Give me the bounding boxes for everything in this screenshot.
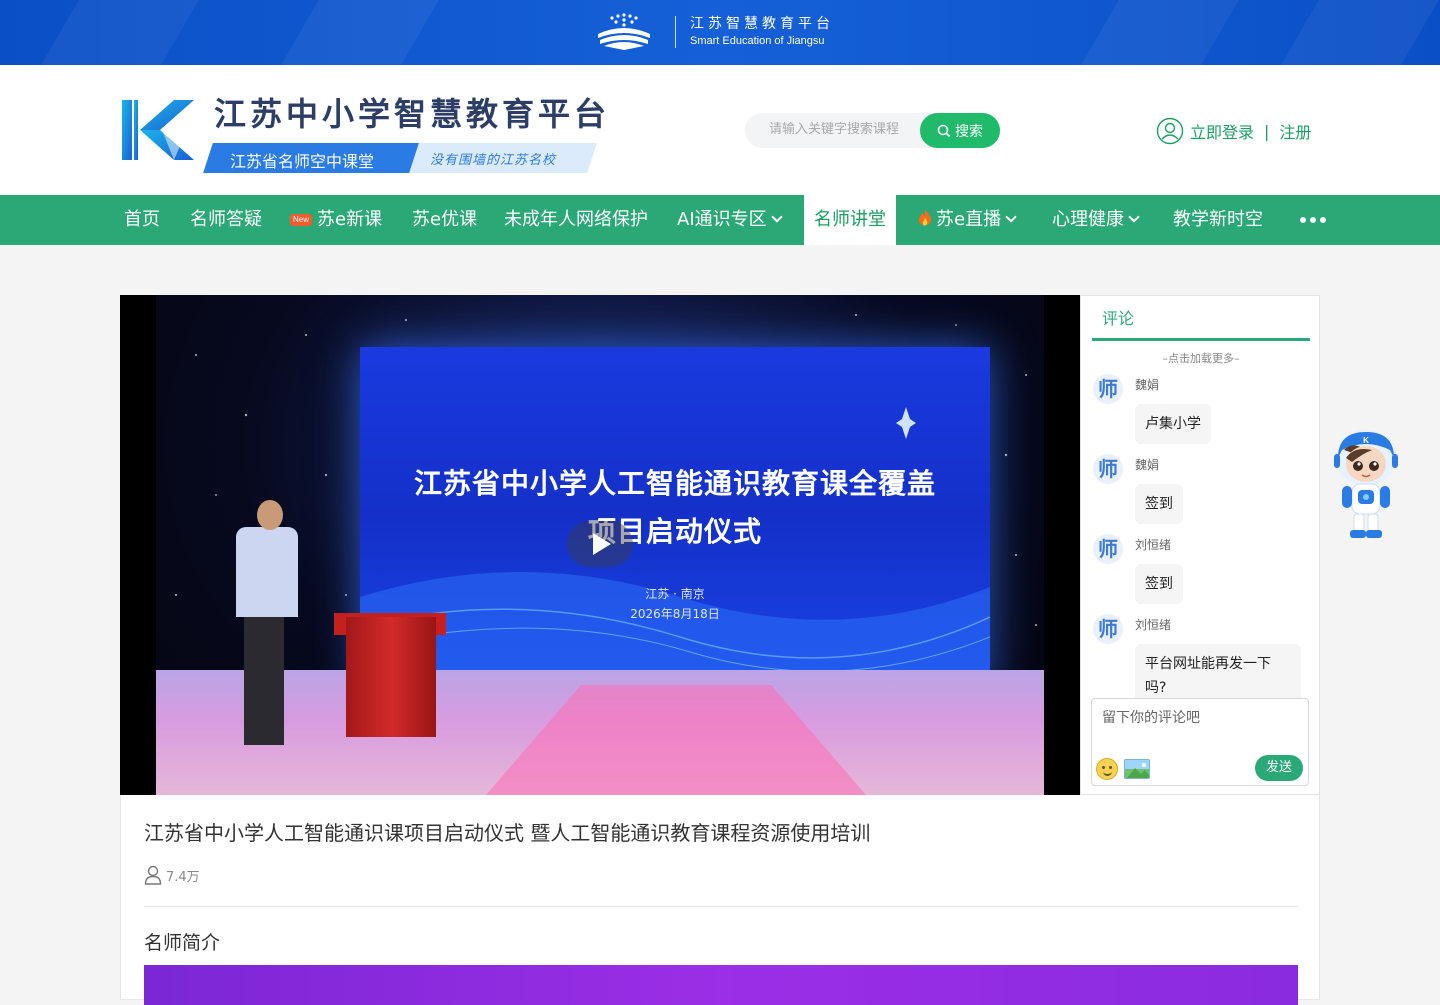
stage-screen: 江苏省中小学人工智能通识教育课全覆盖 项目启动仪式 江苏 · 南京 2026年8… bbox=[360, 347, 990, 687]
speaker-legs bbox=[244, 615, 284, 745]
search-input[interactable] bbox=[769, 122, 919, 137]
avatar: 师 bbox=[1093, 374, 1123, 404]
comment-input-box: 发送 bbox=[1091, 698, 1309, 786]
play-button[interactable] bbox=[567, 521, 633, 567]
screen-title-line2: 项目启动仪式 bbox=[587, 515, 762, 548]
video-title: 江苏省中小学人工智能通识课项目启动仪式 暨人工智能通识教育课程资源使用培训 bbox=[144, 821, 871, 845]
k-logo-icon[interactable] bbox=[120, 98, 196, 162]
nav-item-teacher-qa[interactable]: 名师答疑 bbox=[190, 195, 262, 245]
nav-item-sue-live[interactable]: 苏e直播 bbox=[916, 195, 1017, 245]
register-link[interactable]: 注册 bbox=[1279, 119, 1311, 143]
load-more-link[interactable]: –点击加载更多– bbox=[1081, 350, 1321, 366]
nav-label: AI通识专区 bbox=[677, 209, 767, 230]
nav-label: 名师讲堂 bbox=[814, 209, 886, 230]
comment-item: 师 刘恒绪 平台网址能再发一下吗? bbox=[1093, 614, 1313, 698]
view-count-value: 7.4万 bbox=[166, 869, 200, 885]
nav-label: 苏e新课 bbox=[317, 209, 383, 230]
nav-item-ai-zone[interactable]: AI通识专区 bbox=[677, 195, 783, 245]
subtitle: 江苏省名师空中课堂 bbox=[230, 152, 375, 171]
comment-text: 签到 bbox=[1135, 564, 1183, 604]
nav-label: 心理健康 bbox=[1052, 209, 1124, 230]
top-banner: 江苏智慧教育平台 Smart Education of Jiangsu bbox=[0, 0, 1440, 65]
search-button-label: 搜索 bbox=[955, 123, 983, 140]
new-badge: New bbox=[290, 214, 313, 226]
more-menu-icon[interactable] bbox=[1300, 217, 1326, 223]
emoji-icon[interactable] bbox=[1096, 758, 1118, 780]
teacher-intro-banner bbox=[144, 965, 1298, 1005]
nav-label: 苏e直播 bbox=[936, 209, 1002, 230]
user-icon bbox=[144, 865, 162, 885]
chevron-down-icon bbox=[770, 211, 783, 223]
tab-comments[interactable]: 评论 bbox=[1092, 296, 1310, 341]
main-nav: 首页 名师答疑 New 苏e新课 苏e优课 未成年人网络保护 AI通识专区 名师讲… bbox=[0, 195, 1440, 245]
nav-label: 苏e优课 bbox=[412, 209, 478, 230]
jiangsu-edu-logo-icon bbox=[598, 13, 650, 50]
nav-label: 未成年人网络保护 bbox=[504, 209, 648, 230]
svg-text:K: K bbox=[1363, 436, 1369, 445]
avatar: 师 bbox=[1093, 454, 1123, 484]
screen-location: 江苏 · 南京 bbox=[645, 587, 705, 601]
podium bbox=[346, 617, 436, 737]
nav-item-home[interactable]: 首页 bbox=[124, 195, 160, 245]
user-icon bbox=[1156, 117, 1184, 145]
teacher-intro-heading: 名师简介 bbox=[144, 932, 221, 954]
nav-label: 名师答疑 bbox=[190, 209, 262, 230]
site-header: 江苏中小学智慧教育平台 江苏省名师空中课堂 没有围墙的江苏名校 搜索 立即登录 … bbox=[0, 65, 1440, 195]
nav-label: 教学新时空 bbox=[1173, 209, 1263, 230]
topbar-title-cn: 江苏智慧教育平台 bbox=[690, 16, 834, 32]
topbar-title-en: Smart Education of Jiangsu bbox=[690, 35, 825, 47]
comment-text: 签到 bbox=[1135, 484, 1183, 524]
video-player[interactable]: 江苏省中小学人工智能通识教育课全覆盖 项目启动仪式 江苏 · 南京 2026年8… bbox=[120, 295, 1080, 795]
site-title: 江苏中小学智慧教育平台 bbox=[214, 95, 611, 133]
chevron-down-icon bbox=[1005, 211, 1017, 223]
comment-text: 平台网址能再发一下吗? bbox=[1135, 644, 1301, 698]
screen-title-line1: 江苏省中小学人工智能通识教育课全覆盖 bbox=[413, 467, 936, 500]
comment-author: 刘恒绪 bbox=[1135, 618, 1172, 632]
auth-separator: | bbox=[1264, 121, 1270, 141]
divider bbox=[144, 906, 1298, 907]
nav-item-teacher-lecture[interactable]: 名师讲堂 bbox=[804, 195, 896, 245]
chevron-down-icon bbox=[1128, 211, 1140, 223]
topbar-divider bbox=[675, 16, 676, 48]
image-icon[interactable] bbox=[1124, 759, 1150, 779]
speaker-body bbox=[236, 527, 298, 617]
nav-item-sue-new-course[interactable]: New 苏e新课 bbox=[290, 195, 382, 245]
fire-icon bbox=[918, 209, 932, 226]
avatar: 师 bbox=[1093, 614, 1123, 644]
avatar: 师 bbox=[1093, 534, 1123, 564]
nav-item-mental-health[interactable]: 心理健康 bbox=[1052, 195, 1140, 245]
view-count: 7.4万 bbox=[144, 865, 200, 885]
screen-date: 2026年8月18日 bbox=[630, 607, 720, 621]
comment-author: 刘恒绪 bbox=[1135, 538, 1172, 552]
nav-label: 首页 bbox=[124, 209, 160, 230]
comment-text: 卢集小学 bbox=[1135, 404, 1211, 444]
nav-item-teaching-space[interactable]: 教学新时空 bbox=[1173, 195, 1263, 245]
speaker-head bbox=[257, 500, 283, 530]
search-box: 搜索 bbox=[745, 113, 1000, 148]
nav-item-minor-protection[interactable]: 未成年人网络保护 bbox=[504, 195, 648, 245]
comment-input[interactable] bbox=[1102, 707, 1298, 747]
nav-item-sue-quality-course[interactable]: 苏e优课 bbox=[412, 195, 477, 245]
login-link[interactable]: 立即登录 bbox=[1190, 119, 1254, 143]
slogan: 没有围墙的江苏名校 bbox=[430, 153, 557, 168]
robot-assistant-icon[interactable]: K bbox=[1332, 428, 1400, 540]
send-button[interactable]: 发送 bbox=[1255, 755, 1303, 781]
comments-panel: 评论 –点击加载更多– 师 魏娟 卢集小学 师 魏娟 签到 师 刘恒绪 签到 师… bbox=[1080, 295, 1320, 795]
video-info: 江苏省中小学人工智能通识课项目启动仪式 暨人工智能通识教育课程资源使用培训 7.… bbox=[120, 795, 1320, 1005]
play-icon bbox=[593, 533, 611, 555]
comment-author: 魏娟 bbox=[1135, 458, 1160, 472]
search-icon bbox=[937, 124, 951, 137]
search-button[interactable]: 搜索 bbox=[920, 113, 1000, 148]
auth-links: 立即登录 | 注册 bbox=[1156, 116, 1311, 146]
comment-author: 魏娟 bbox=[1135, 378, 1160, 392]
subtitle-banner: 江苏省名师空中课堂 没有围墙的江苏名校 bbox=[203, 143, 597, 173]
